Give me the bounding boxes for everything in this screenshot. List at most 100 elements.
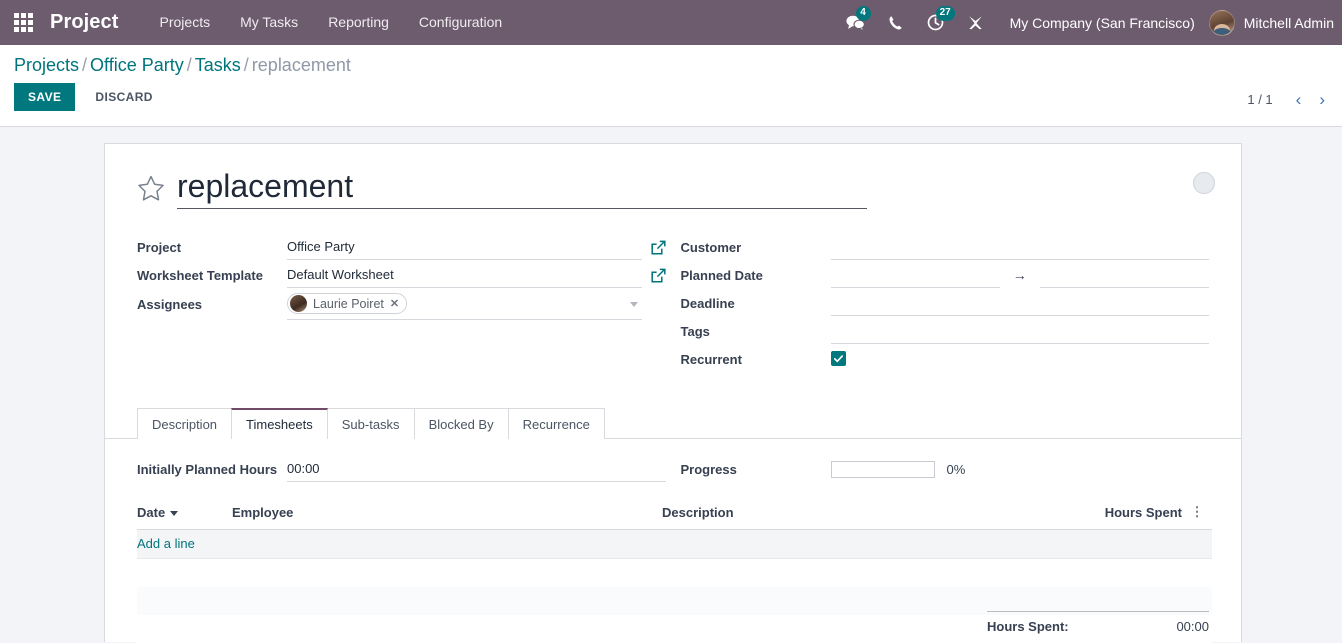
project-input[interactable]: Office Party bbox=[287, 235, 642, 260]
timesheet-summary-row: Initially Planned Hours 00:00 Progress 0… bbox=[137, 457, 1209, 482]
column-header-date-label: Date bbox=[137, 505, 165, 520]
breadcrumb-separator: / bbox=[187, 55, 192, 75]
assignee-remove-icon[interactable]: ✕ bbox=[390, 297, 399, 310]
field-label-progress: Progress bbox=[681, 462, 831, 477]
field-row-progress: Progress 0% bbox=[681, 457, 1210, 482]
field-row-planned-date: Planned Date → bbox=[681, 261, 1210, 289]
recurrent-value bbox=[831, 347, 1210, 372]
messaging-badge-count: 4 bbox=[856, 6, 871, 21]
avatar bbox=[1209, 10, 1235, 36]
column-header-date[interactable]: Date bbox=[137, 504, 232, 530]
menu-item-projects[interactable]: Projects bbox=[145, 0, 226, 45]
kanban-state-indicator[interactable] bbox=[1193, 172, 1215, 194]
menu-item-configuration[interactable]: Configuration bbox=[404, 0, 517, 45]
record-action-buttons: SAVE DISCARD bbox=[14, 83, 1328, 111]
worksheet-template-external-link-icon[interactable] bbox=[651, 268, 666, 283]
breadcrumb-item-tasks[interactable]: Tasks bbox=[195, 55, 241, 75]
main-menu: Projects My Tasks Reporting Configuratio… bbox=[145, 0, 518, 45]
pager-previous-button[interactable]: ‹ bbox=[1287, 91, 1311, 108]
timesheet-totals: Hours Spent: 00:00 bbox=[987, 611, 1209, 642]
progress-bar[interactable] bbox=[831, 461, 935, 478]
control-panel: Projects/Office Party/Tasks/replacement … bbox=[0, 45, 1342, 127]
company-switcher[interactable]: My Company (San Francisco) bbox=[996, 15, 1209, 31]
add-a-line-cell[interactable]: Add a line bbox=[137, 530, 1212, 559]
column-header-hours-spent[interactable]: Hours Spent bbox=[1052, 504, 1188, 530]
notebook: Description Timesheets Sub-tasks Blocked… bbox=[137, 407, 1209, 643]
field-row-assignees: Assignees Laurie Poiret ✕ bbox=[137, 289, 666, 320]
form-column-right: Customer Planned Date → Deadline bbox=[681, 233, 1210, 373]
timesheet-table-head: Date Employee Description Hours Spent ⋮ bbox=[137, 504, 1212, 530]
field-label-assignees: Assignees bbox=[137, 297, 287, 312]
notebook-tabs: Description Timesheets Sub-tasks Blocked… bbox=[105, 407, 1241, 439]
save-button[interactable]: SAVE bbox=[14, 83, 75, 111]
apps-grid-icon[interactable] bbox=[8, 0, 38, 45]
wrench-icon[interactable] bbox=[956, 0, 996, 45]
tab-recurrence[interactable]: Recurrence bbox=[508, 408, 605, 439]
project-external-link-icon[interactable] bbox=[651, 240, 666, 255]
record-title-row: replacement bbox=[137, 168, 1209, 209]
progress-percent-label: 0% bbox=[947, 462, 966, 477]
form-view-area: replacement Project Office Party bbox=[0, 127, 1342, 642]
field-label-deadline: Deadline bbox=[681, 296, 831, 311]
date-range-arrow-icon: → bbox=[1000, 268, 1040, 282]
form-fields: Project Office Party Worksheet Template … bbox=[137, 233, 1209, 373]
planned-date-start-input[interactable] bbox=[831, 263, 1000, 288]
top-navbar: Project Projects My Tasks Reporting Conf… bbox=[0, 0, 1342, 45]
planned-date-range: → bbox=[831, 263, 1210, 288]
column-header-description[interactable]: Description bbox=[662, 504, 1052, 530]
tags-input[interactable] bbox=[831, 319, 1210, 344]
field-row-recurrent: Recurrent bbox=[681, 345, 1210, 373]
phone-icon[interactable] bbox=[876, 0, 916, 45]
field-label-tags: Tags bbox=[681, 324, 831, 339]
menu-item-my-tasks[interactable]: My Tasks bbox=[225, 0, 313, 45]
vertical-dots-icon[interactable]: ⋮ bbox=[1188, 504, 1212, 530]
tab-description[interactable]: Description bbox=[137, 408, 232, 439]
add-a-line-row[interactable]: Add a line bbox=[137, 530, 1212, 559]
tab-sub-tasks[interactable]: Sub-tasks bbox=[327, 408, 415, 439]
apps-grid-glyph bbox=[14, 13, 33, 32]
record-sheet: replacement Project Office Party bbox=[104, 143, 1242, 642]
assignee-tag[interactable]: Laurie Poiret ✕ bbox=[287, 293, 407, 314]
activity-badge-count: 27 bbox=[936, 6, 955, 21]
pager: 1 / 1 ‹ › bbox=[1247, 91, 1334, 108]
star-outline-icon[interactable] bbox=[137, 175, 165, 202]
field-label-recurrent: Recurrent bbox=[681, 352, 831, 367]
field-label-worksheet-template: Worksheet Template bbox=[137, 268, 287, 283]
field-row-customer: Customer bbox=[681, 233, 1210, 261]
breadcrumb-item-current: replacement bbox=[252, 55, 351, 75]
worksheet-template-input[interactable]: Default Worksheet bbox=[287, 263, 642, 288]
planned-hours-input[interactable]: 00:00 bbox=[287, 457, 666, 482]
column-header-employee[interactable]: Employee bbox=[232, 504, 662, 530]
tab-timesheets[interactable]: Timesheets bbox=[231, 408, 328, 439]
form-column-left: Project Office Party Worksheet Template … bbox=[137, 233, 666, 373]
breadcrumb-separator: / bbox=[82, 55, 87, 75]
breadcrumb-separator: / bbox=[244, 55, 249, 75]
add-a-line-link[interactable]: Add a line bbox=[137, 536, 195, 551]
breadcrumb-item-office-party[interactable]: Office Party bbox=[90, 55, 184, 75]
activity-menu-button[interactable]: 27 bbox=[916, 0, 956, 45]
customer-input[interactable] bbox=[831, 235, 1210, 260]
total-hours-spent-value: 00:00 bbox=[1176, 619, 1209, 634]
field-row-worksheet-template: Worksheet Template Default Worksheet bbox=[137, 261, 666, 289]
messaging-menu-button[interactable]: 4 bbox=[836, 0, 876, 45]
planned-date-end-input[interactable] bbox=[1040, 263, 1209, 288]
discard-button[interactable]: DISCARD bbox=[83, 83, 164, 111]
app-brand-project[interactable]: Project bbox=[50, 11, 119, 34]
sort-descending-icon bbox=[170, 511, 178, 516]
empty-row bbox=[137, 559, 1212, 587]
chevron-down-icon bbox=[630, 302, 638, 307]
breadcrumb-item-projects[interactable]: Projects bbox=[14, 55, 79, 75]
field-label-planned-hours: Initially Planned Hours bbox=[137, 462, 287, 477]
user-menu[interactable]: Mitchell Admin bbox=[1209, 10, 1342, 36]
pager-next-button[interactable]: › bbox=[1310, 91, 1334, 108]
tab-blocked-by[interactable]: Blocked By bbox=[414, 408, 509, 439]
assignee-avatar bbox=[290, 295, 307, 312]
field-label-customer: Customer bbox=[681, 240, 831, 255]
assignees-input[interactable]: Laurie Poiret ✕ bbox=[287, 289, 642, 320]
menu-item-reporting[interactable]: Reporting bbox=[313, 0, 404, 45]
field-row-tags: Tags bbox=[681, 317, 1210, 345]
recurrent-checkbox[interactable] bbox=[831, 351, 846, 366]
empty-cell bbox=[137, 559, 1212, 587]
task-name-input[interactable]: replacement bbox=[177, 168, 867, 209]
deadline-input[interactable] bbox=[831, 291, 1210, 316]
